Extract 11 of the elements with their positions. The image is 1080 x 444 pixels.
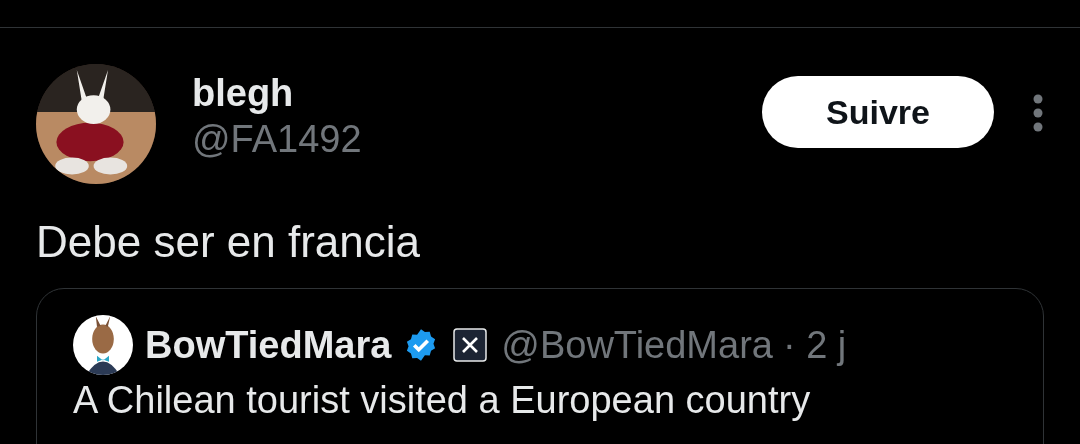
x-logo-icon	[453, 328, 488, 362]
more-options-icon[interactable]	[1032, 94, 1044, 132]
quoted-author-name: BowTiedMara	[145, 322, 392, 368]
quoted-tweet-text: A Chilean tourist visited a European country	[73, 379, 812, 421]
author-handle[interactable]: @FA1492	[192, 116, 362, 162]
quoted-tweet-card[interactable]: BowTiedMara @BowTiedMara · 2 j A Chilean tourist visited a European country	[36, 288, 1044, 444]
author-name[interactable]: blegh	[192, 70, 362, 116]
tweet-text: Debe ser en francia	[35, 216, 421, 268]
follow-button[interactable]: Suivre	[762, 76, 994, 148]
quoted-time: · 2 j	[782, 322, 847, 368]
quoted-author-handle: @BowTiedMara	[501, 322, 773, 368]
